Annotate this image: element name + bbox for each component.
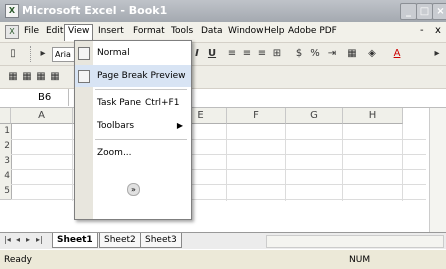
row-header-3[interactable]: 3 <box>0 154 12 170</box>
gridline <box>72 124 73 201</box>
first-sheet-button[interactable]: |◂ <box>4 235 11 244</box>
column-header-a[interactable]: A <box>11 108 73 124</box>
next-sheet-button[interactable]: ▸ <box>26 235 30 244</box>
status-num-lock: NUM <box>349 255 371 265</box>
align-center-icon[interactable]: ≡ <box>240 47 254 61</box>
indent-icon[interactable]: ⇥ <box>325 47 339 61</box>
toolbar-overflow-icon[interactable]: ▸ <box>430 47 444 61</box>
menu-data[interactable]: Data <box>198 25 226 38</box>
row-header-2[interactable]: 2 <box>0 139 12 155</box>
excel-app-icon[interactable]: X <box>5 4 19 18</box>
menu-item-label: Task Pane <box>97 98 142 108</box>
column-header-g[interactable]: G <box>286 108 343 124</box>
prev-sheet-button[interactable]: ◂ <box>16 235 20 244</box>
menu-item-shortcut: Ctrl+F1 <box>145 98 180 108</box>
menu-item-label: Toolbars <box>97 121 135 131</box>
gridline <box>402 124 403 201</box>
menu-help[interactable]: Help <box>261 25 288 38</box>
workbook-icon[interactable]: X <box>5 25 19 39</box>
expand-menu-icon[interactable]: » <box>127 183 140 196</box>
formatting-toolbar: ▯ ▸ Aria I U ≡ ≡ ≡ ⊞ $ % ⇥ ▦ ◈ A ▸ <box>0 43 446 66</box>
fill-color-icon[interactable]: ◈ <box>365 47 379 61</box>
sheet-tab-2[interactable]: Sheet2 <box>99 233 141 248</box>
menu-separator <box>95 89 187 90</box>
title-bar: X Microsoft Excel - Book1 _ □ × <box>0 0 446 23</box>
name-box[interactable]: B6 <box>0 89 69 106</box>
close-button[interactable]: × <box>432 3 446 20</box>
toolbar-options-icon[interactable]: ▸ <box>36 47 50 61</box>
align-right-icon[interactable]: ≡ <box>255 47 269 61</box>
menu-bar: X File Edit View Insert Format Tools Dat… <box>0 22 446 43</box>
window-title: Microsoft Excel - Book1 <box>22 4 168 17</box>
menu-insert[interactable]: Insert <box>95 25 127 38</box>
menu-item-toolbars[interactable]: Toolbars ▶ <box>75 115 191 137</box>
sheet-tab-1[interactable]: Sheet1 <box>52 233 98 248</box>
toolbar-icon-b[interactable]: ▦ <box>20 70 34 84</box>
row-header-1[interactable]: 1 <box>0 124 12 140</box>
status-bar: Ready NUM <box>0 249 446 269</box>
sheet-tab-3[interactable]: Sheet3 <box>140 233 182 248</box>
select-all-corner[interactable] <box>0 108 11 124</box>
maximize-button[interactable]: □ <box>416 3 433 20</box>
last-sheet-button[interactable]: ▸| <box>36 235 43 244</box>
menu-file[interactable]: File <box>21 25 42 38</box>
toolbar-icon-c[interactable]: ▦ <box>34 70 48 84</box>
page-break-icon <box>78 70 90 83</box>
italic-icon[interactable]: I <box>190 47 204 61</box>
underline-icon[interactable]: U <box>205 47 219 61</box>
vertical-scrollbar[interactable] <box>429 108 446 232</box>
normal-view-icon <box>78 47 90 60</box>
menu-format[interactable]: Format <box>130 25 168 38</box>
submenu-arrow-icon: ▶ <box>176 121 183 130</box>
align-left-icon[interactable]: ≡ <box>225 47 239 61</box>
font-color-icon[interactable]: A <box>390 47 404 61</box>
worksheet-grid[interactable]: A B C D E F G H 1 2 3 4 5 <box>0 108 446 232</box>
menu-view[interactable]: View <box>64 24 94 41</box>
menu-edit[interactable]: Edit <box>43 25 66 38</box>
menu-item-label: Zoom... <box>97 148 132 158</box>
menu-separator <box>95 139 187 140</box>
currency-icon[interactable]: $ <box>292 47 306 61</box>
menu-item-task-pane[interactable]: Task Pane Ctrl+F1 <box>75 92 191 114</box>
menu-item-page-break-preview[interactable]: Page Break Preview <box>75 65 191 87</box>
column-header-f[interactable]: F <box>227 108 286 124</box>
toolbar-grip[interactable] <box>30 46 34 62</box>
menu-item-normal[interactable]: Normal <box>75 42 191 64</box>
workbook-minimize-button[interactable]: - <box>420 25 424 36</box>
column-header-h[interactable]: H <box>343 108 403 124</box>
excel-window: X Microsoft Excel - Book1 _ □ × X File E… <box>0 0 446 269</box>
formula-bar: B6 <box>0 89 446 108</box>
toolbar-icon-d[interactable]: ▦ <box>48 70 62 84</box>
row-header-4[interactable]: 4 <box>0 169 12 185</box>
gridline <box>285 124 286 201</box>
view-menu-dropdown: Normal Page Break Preview Task Pane Ctrl… <box>74 40 192 220</box>
merge-center-icon[interactable]: ⊞ <box>270 47 284 61</box>
sheet-tab-bar: |◂ ◂ ▸ ▸| Sheet1 Sheet2 Sheet3 <box>0 232 446 249</box>
menu-item-label: Normal <box>97 48 130 58</box>
percent-icon[interactable]: % <box>308 47 322 61</box>
standard-toolbar: ▦ ▦ ▦ ▦ <box>0 66 446 89</box>
gridline <box>342 124 343 201</box>
status-ready: Ready <box>4 255 32 265</box>
name-box-value: B6 <box>38 92 52 103</box>
gridline <box>226 124 227 201</box>
toolbar-icon-a[interactable]: ▦ <box>6 70 20 84</box>
menu-item-label: Page Break Preview <box>97 71 186 81</box>
new-icon[interactable]: ▯ <box>6 47 20 61</box>
minimize-button[interactable]: _ <box>400 3 417 20</box>
row-header-5[interactable]: 5 <box>0 184 12 200</box>
menu-item-zoom[interactable]: Zoom... <box>75 142 191 164</box>
horizontal-scrollbar[interactable] <box>266 235 444 248</box>
menu-adobe-pdf[interactable]: Adobe PDF <box>285 25 340 38</box>
menu-tools[interactable]: Tools <box>168 25 196 38</box>
borders-icon[interactable]: ▦ <box>345 47 359 61</box>
workbook-close-button[interactable]: x <box>435 25 441 36</box>
